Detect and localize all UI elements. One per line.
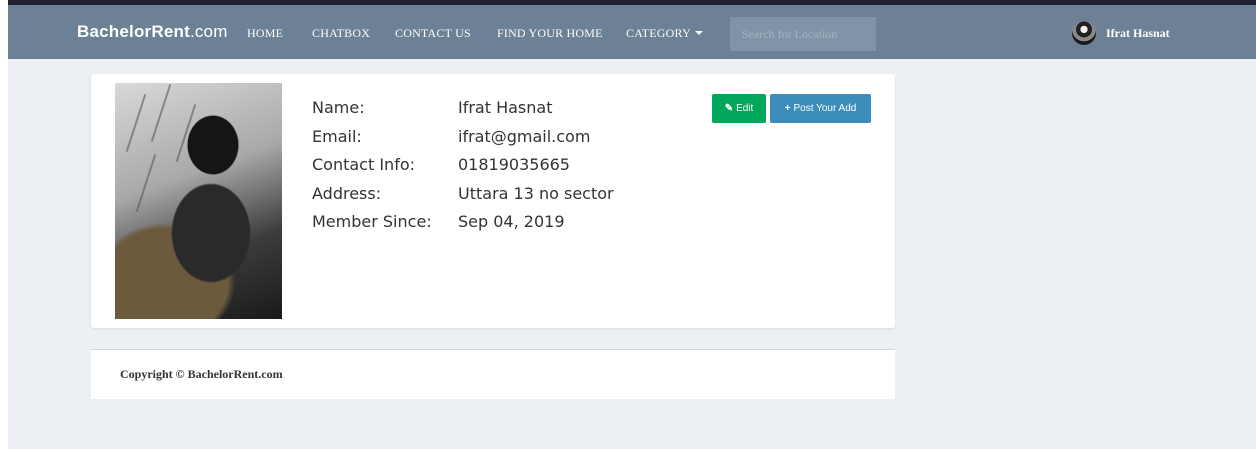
info-value-name: Ifrat Hasnat — [458, 98, 553, 117]
nav-chatbox[interactable]: CHATBOX — [312, 26, 370, 41]
info-label: Contact Info: — [312, 155, 416, 174]
caret-down-icon — [694, 31, 703, 35]
profile-info: Name: Ifrat Hasnat Email: ifrat@gmail.co… — [312, 94, 614, 237]
copyright-text: Copyright © BachelorRent.com — [120, 367, 283, 381]
info-label: Address: — [312, 183, 382, 203]
nav-category-label: CATEGORY — [626, 26, 691, 40]
info-row-email: Email: ifrat@gmail.com — [312, 123, 614, 152]
info-value-contact: 01819035665 — [458, 155, 570, 174]
photo-detail — [150, 84, 172, 142]
post-your-add-button[interactable]: + Post Your Add — [770, 94, 871, 123]
info-label: Email: — [312, 126, 362, 146]
info-row-member-since: Member Since: Sep 04, 2019 — [312, 208, 614, 237]
info-value-email: ifrat@gmail.com — [458, 126, 591, 146]
page-footer: Copyright © BachelorRent.com — [91, 349, 895, 399]
brand-name: BachelorRent — [77, 22, 190, 41]
edit-profile-button[interactable]: ✎ Edit — [712, 94, 766, 123]
photo-detail — [175, 104, 197, 162]
profile-photo — [115, 83, 282, 319]
post-button-label: Post Your Add — [793, 103, 857, 114]
brand-domain: .com — [189, 22, 228, 41]
edit-icon: ✎ — [724, 103, 734, 114]
info-label: Member Since: — [312, 212, 432, 231]
nav-home[interactable]: HOME — [247, 26, 283, 41]
profile-card: Name: Ifrat Hasnat Email: ifrat@gmail.co… — [91, 74, 895, 328]
plus-icon: + — [784, 103, 791, 114]
photo-detail — [125, 94, 147, 152]
info-row-contact: Contact Info: 01819035665 — [312, 151, 614, 180]
info-value-address: Uttara 13 no sector — [458, 183, 614, 203]
location-search-input[interactable] — [730, 17, 876, 51]
user-name: Ifrat Hasnat — [1106, 25, 1170, 40]
info-row-address: Address: Uttara 13 no sector — [312, 180, 614, 209]
app-frame: BachelorRent.com HOME CHATBOX CONTACT US… — [8, 0, 1256, 449]
nav-find-your-home[interactable]: FIND YOUR HOME — [497, 26, 603, 41]
edit-button-label: Edit — [736, 103, 754, 114]
top-navbar: BachelorRent.com HOME CHATBOX CONTACT US… — [8, 5, 1256, 59]
info-row-name: Name: Ifrat Hasnat — [312, 94, 614, 123]
nav-contact-us[interactable]: CONTACT US — [395, 26, 471, 41]
brand-logo[interactable]: BachelorRent.com — [77, 22, 228, 42]
photo-detail — [135, 154, 157, 212]
user-menu[interactable]: Ifrat Hasnat — [1072, 21, 1170, 45]
user-avatar — [1072, 21, 1096, 45]
info-value-member-since: Sep 04, 2019 — [458, 212, 565, 231]
nav-category-dropdown[interactable]: CATEGORY — [626, 26, 703, 41]
info-label: Name: — [312, 98, 365, 117]
